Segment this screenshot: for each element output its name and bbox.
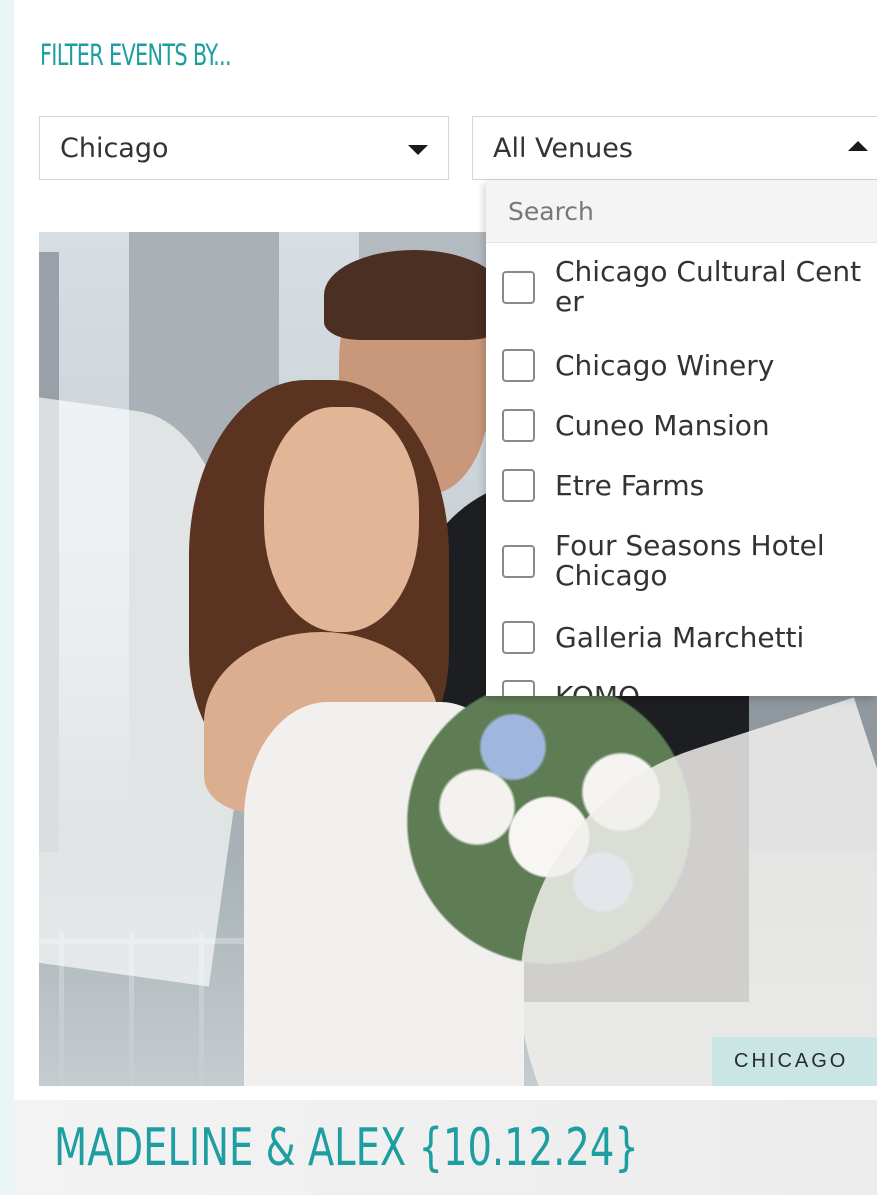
location-tag[interactable]: CHICAGO [712,1037,877,1086]
checkbox-icon[interactable] [502,270,535,304]
venue-option-chicago-cultural-center[interactable]: Chicago Cultural Center [502,257,862,317]
venue-option-four-seasons-hotel-chicago[interactable]: Four Seasons Hotel Chicago [502,531,862,591]
venue-search-input[interactable] [506,195,850,227]
checkbox-icon[interactable] [502,349,535,382]
venue-select[interactable]: All Venues [472,116,877,180]
venue-select-value: All Venues [493,132,633,164]
venue-option-etre-farms[interactable]: Etre Farms [502,469,862,502]
venue-dropdown[interactable]: Chicago Cultural Center Chicago Winery C… [486,180,877,696]
checkbox-icon[interactable] [502,680,535,696]
bride-face [264,407,419,632]
checkbox-icon[interactable] [502,469,535,502]
checkbox-icon[interactable] [502,409,535,442]
groom-hair [324,250,504,340]
event-title[interactable]: MADELINE & ALEX {10.12.24} [54,1118,639,1178]
venue-options-list[interactable]: Chicago Cultural Center Chicago Winery C… [486,243,877,696]
checkbox-icon[interactable] [502,621,535,654]
venue-option-komo[interactable]: KOMO [502,680,862,696]
city-select-value: Chicago [60,132,169,164]
chevron-up-icon [848,141,868,151]
venue-option-galleria-marchetti[interactable]: Galleria Marchetti [502,621,862,654]
chevron-down-icon [408,145,428,155]
venue-option-cuneo-mansion[interactable]: Cuneo Mansion [502,409,862,442]
filter-heading: FILTER EVENTS BY... [40,38,232,72]
city-select[interactable]: Chicago [39,116,449,180]
venue-option-chicago-winery[interactable]: Chicago Winery [502,349,862,382]
venue-search-box[interactable] [486,180,877,243]
checkbox-icon[interactable] [502,544,535,578]
